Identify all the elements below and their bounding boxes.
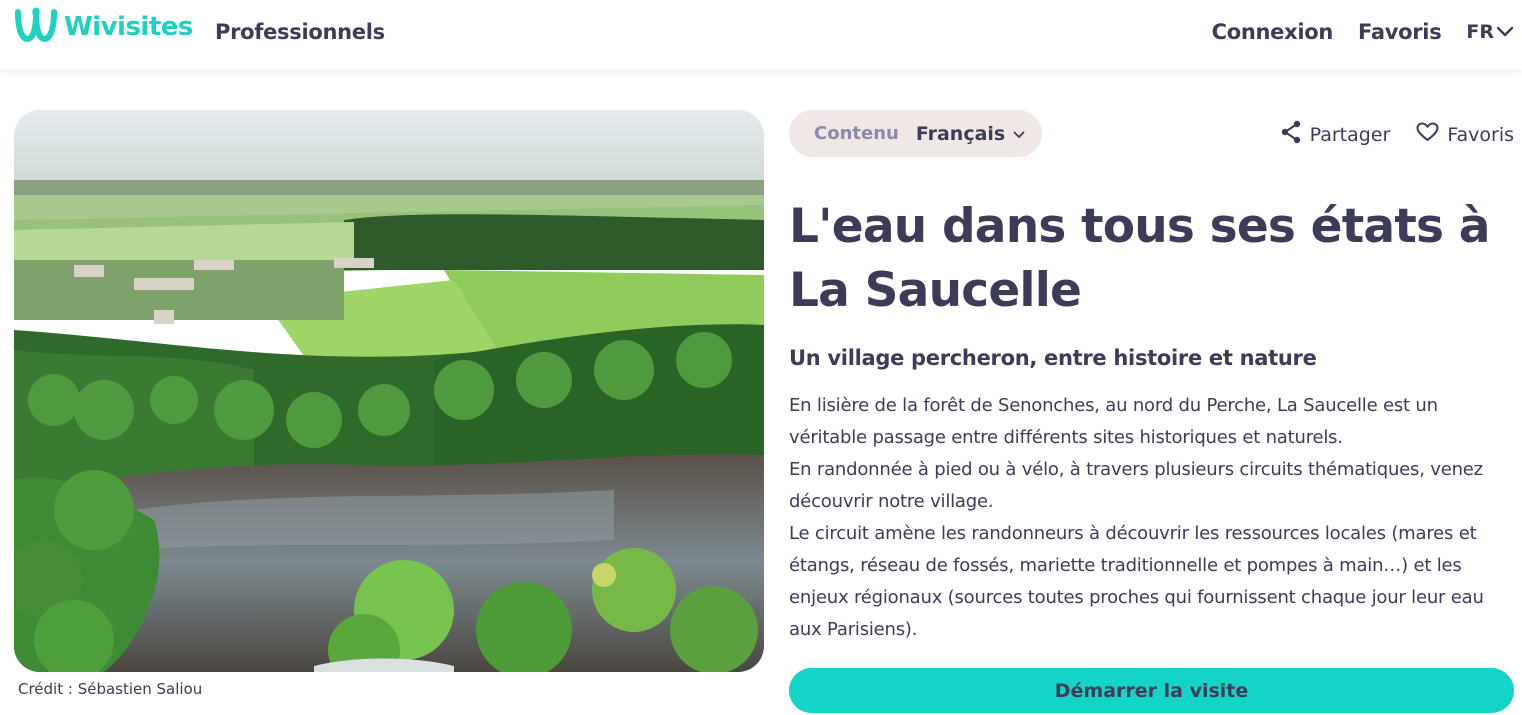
wivisites-logo-icon [14, 6, 58, 48]
language-code: FR [1466, 21, 1494, 43]
brand-name: Wivisites [64, 12, 193, 42]
description-paragraph: En lisière de la forêt de Senonches, au … [789, 395, 1438, 448]
header-right-nav: Connexion Favoris FR [1187, 20, 1514, 44]
start-visit-button[interactable]: Démarrer la visite [789, 668, 1514, 713]
description-paragraph: Le circuit amène les randonneurs à décou… [789, 523, 1484, 640]
top-header: Wivisites Professionnels Connexion Favor… [0, 0, 1522, 70]
nav-professionals-link[interactable]: Professionnels [215, 20, 385, 44]
content-language-selector[interactable]: Contenu Français [789, 110, 1042, 157]
login-link[interactable]: Connexion [1212, 20, 1334, 44]
visit-subtitle: Un village percheron, entre histoire et … [789, 346, 1317, 370]
favorites-link[interactable]: Favoris [1358, 20, 1442, 44]
share-button[interactable]: Partager [1280, 120, 1391, 149]
share-icon [1280, 120, 1310, 149]
visit-actions: Partager Favoris [1254, 120, 1514, 149]
chevron-down-icon [1494, 21, 1514, 43]
visit-description: En lisière de la forêt de Senonches, au … [789, 390, 1517, 646]
description-paragraph: En randonnée à pied ou à vélo, à travers… [789, 459, 1483, 512]
image-credit: Crédit : Sébastien Saliou [18, 680, 203, 698]
brand-logo-link[interactable]: Wivisites [14, 6, 193, 48]
chevron-down-icon [1005, 124, 1025, 143]
language-selector[interactable]: FR [1466, 21, 1514, 43]
favorite-button[interactable]: Favoris [1416, 122, 1514, 147]
content-language-label: Contenu [814, 123, 899, 144]
content-language-value: Français [915, 122, 1006, 145]
visit-title: L'eau dans tous ses états à La Saucelle [789, 199, 1490, 318]
favorite-label: Favoris [1447, 123, 1514, 146]
share-label: Partager [1309, 123, 1391, 146]
heart-icon [1416, 122, 1447, 147]
hero-image [14, 110, 764, 672]
